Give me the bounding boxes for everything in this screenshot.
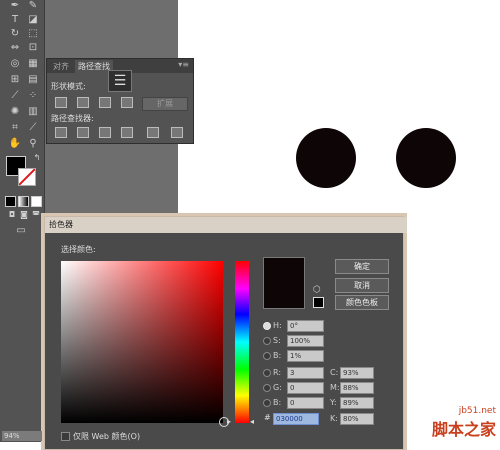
free-transform-icon[interactable]: ⊡ (26, 42, 40, 54)
hex-input[interactable]: 030000 (273, 413, 319, 425)
minus-back-button[interactable] (171, 127, 183, 138)
cancel-button[interactable]: 取消 (335, 278, 389, 293)
no-color-icon (18, 168, 36, 186)
rotate-tool-icon[interactable]: ↻ (8, 28, 22, 40)
new-color-preview (263, 257, 305, 309)
saturation-label: S: (273, 336, 281, 345)
watermark-url: jb51.net (458, 406, 496, 416)
unite-button[interactable] (55, 97, 67, 108)
pencil-tool-icon[interactable]: ✎ (26, 0, 40, 12)
trim-button[interactable] (77, 127, 89, 138)
web-only-label: 仅限 Web 颜色(O) (73, 432, 141, 441)
gradient-tool-icon[interactable]: ▤ (26, 74, 40, 86)
yellow-input[interactable]: 89% (340, 397, 374, 409)
brightness-input[interactable]: 1% (287, 350, 324, 362)
shape-builder-icon[interactable]: ◎ (8, 58, 22, 70)
symbol-sprayer-icon[interactable]: ✺ (8, 106, 22, 118)
none-mode-icon[interactable] (31, 196, 42, 207)
screen-mode-icon[interactable]: ▭ (14, 225, 28, 237)
site-watermark: jb51.net 脚本之家 (432, 406, 496, 440)
select-color-label: 选择颜色: (61, 245, 96, 254)
crop-button[interactable] (121, 127, 133, 138)
green-radio[interactable] (263, 384, 271, 392)
red-input[interactable]: 3 (287, 367, 324, 379)
intersect-button[interactable] (99, 97, 111, 108)
blue-label: B: (273, 398, 282, 407)
hue-input[interactable]: 0° (287, 320, 324, 332)
panel-menu-icon[interactable]: ☰ (108, 70, 132, 92)
black-label: K: (330, 414, 338, 423)
eraser-tool-icon[interactable]: ◪ (26, 14, 40, 26)
stroke-color-swatch[interactable] (18, 168, 36, 186)
color-swatches-button[interactable]: 颜色色板 (335, 295, 389, 310)
gradient-mode-icon[interactable] (18, 196, 29, 207)
swap-colors-icon[interactable]: ↰ (30, 152, 44, 164)
cyan-label: C: (330, 368, 339, 377)
black-circle-left[interactable] (296, 128, 356, 188)
watermark-text: 脚本之家 (431, 420, 496, 439)
type-tool-icon[interactable]: T (8, 14, 22, 26)
perspective-grid-icon[interactable]: ▦ (26, 58, 40, 70)
ok-button[interactable]: 确定 (335, 259, 389, 274)
expand-button[interactable]: 扩展 (142, 97, 188, 111)
pathfinders-label: 路径查找器: (51, 114, 94, 123)
saturation-input[interactable]: 100% (287, 335, 324, 347)
black-circle-right[interactable] (396, 128, 456, 188)
hue-slider-left-arrow-icon[interactable]: ▸ (227, 417, 231, 426)
hue-radio[interactable] (263, 322, 271, 330)
black-input[interactable]: 80% (340, 413, 374, 425)
color-picker-dialog: 拾色器 选择颜色: ▸ ◂ ⬡ 确定 取消 颜色色板 H: 0° S: 100%… (44, 216, 407, 450)
magenta-input[interactable]: 88% (340, 382, 374, 394)
panel-options-icon[interactable]: ▾≡ (178, 60, 189, 69)
brightness-radio[interactable] (263, 352, 271, 360)
cyan-input[interactable]: 93% (340, 367, 374, 379)
hex-label: # (264, 413, 271, 422)
tab-align[interactable]: 对齐 (50, 60, 72, 73)
magenta-label: M: (330, 383, 340, 392)
artboard-tool-icon[interactable]: ⌗ (8, 122, 22, 134)
pen-tool-icon[interactable]: ✒ (8, 0, 22, 12)
shape-modes-label: 形状模式: (51, 82, 86, 91)
red-label: R: (273, 368, 282, 377)
zoom-level[interactable]: 94% (2, 431, 42, 441)
green-label: G: (273, 383, 282, 392)
closest-web-color-swatch[interactable] (313, 297, 324, 308)
blue-input[interactable]: 0 (287, 397, 324, 409)
green-input[interactable]: 0 (287, 382, 324, 394)
color-mode-icon[interactable] (5, 196, 16, 207)
blend-tool-icon[interactable]: ⁘ (26, 90, 40, 102)
hue-label: H: (273, 321, 282, 330)
saturation-radio[interactable] (263, 337, 271, 345)
hue-slider[interactable]: ▸ ◂ (227, 261, 254, 426)
draw-inside-icon[interactable]: ◚ (29, 209, 43, 221)
brightness-label: B: (273, 351, 282, 360)
divide-button[interactable] (55, 127, 67, 138)
width-tool-icon[interactable]: ⇔ (8, 42, 22, 54)
outline-button[interactable] (147, 127, 159, 138)
saturation-brightness-field[interactable] (61, 261, 229, 427)
merge-button[interactable] (99, 127, 111, 138)
hand-tool-icon[interactable]: ✋ (8, 138, 22, 150)
yellow-label: Y: (330, 398, 337, 407)
dialog-title: 拾色器 (45, 217, 407, 233)
slice-tool-icon[interactable]: ⟋ (26, 122, 40, 134)
mesh-tool-icon[interactable]: ⊞ (8, 74, 22, 86)
exclude-button[interactable] (121, 97, 133, 108)
zoom-tool-icon[interactable]: ⚲ (26, 138, 40, 150)
hue-slider-right-arrow-icon[interactable]: ◂ (250, 417, 254, 426)
eyedropper-icon[interactable]: ⟋ (8, 90, 22, 102)
tools-panel: ✒ ✎ T ◪ ↻ ⬚ ⇔ ⊡ ◎ ▦ ⊞ ▤ ⟋ ⁘ ✺ ▥ ⌗ ⟋ ✋ ⚲ … (0, 0, 45, 442)
red-radio[interactable] (263, 369, 271, 377)
web-only-checkbox[interactable] (61, 432, 70, 441)
graph-tool-icon[interactable]: ▥ (26, 106, 40, 118)
minus-front-button[interactable] (77, 97, 89, 108)
out-of-gamut-icon[interactable]: ⬡ (313, 285, 321, 295)
scale-tool-icon[interactable]: ⬚ (26, 28, 40, 40)
blue-radio[interactable] (263, 399, 271, 407)
